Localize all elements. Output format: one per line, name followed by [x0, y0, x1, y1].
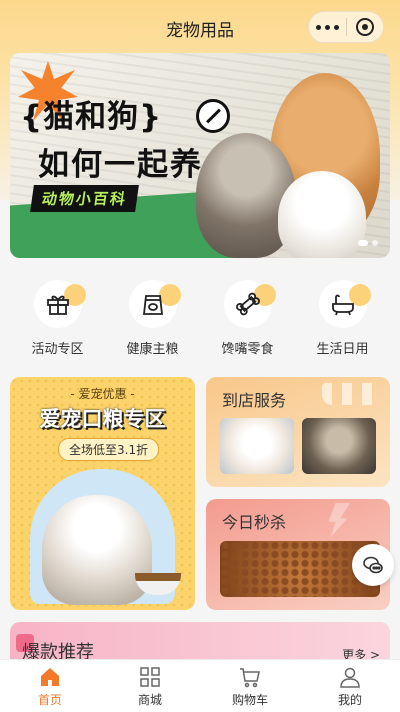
- tab-cart[interactable]: 购物车: [200, 660, 300, 712]
- flash-sale-title: 今日秒杀: [222, 513, 287, 532]
- banner-tag: 动物小百科: [30, 185, 139, 212]
- category-label: 健康主粮: [126, 342, 179, 357]
- home-icon: [41, 668, 59, 686]
- category-label: 生活日用: [316, 342, 369, 357]
- discount-pill: 全场低至3.1折: [58, 438, 160, 461]
- category-label: 馋嘴零食: [221, 342, 274, 357]
- close-target-icon[interactable]: [347, 18, 384, 36]
- category-snacks[interactable]: 馋嘴零食: [206, 268, 290, 368]
- dog-photo: [220, 418, 294, 474]
- promo-pet-food[interactable]: - 爱宠优惠 - 爱宠口粮专区 全场低至3.1折: [10, 377, 195, 610]
- tab-mall[interactable]: 商城: [100, 660, 200, 712]
- grid-icon: [140, 667, 160, 687]
- customer-service-button[interactable]: [352, 544, 394, 586]
- banner-headline: {猫和狗}: [20, 99, 163, 135]
- user-icon: [340, 667, 360, 688]
- cat-image: [42, 495, 152, 605]
- tab-home[interactable]: 首页: [0, 660, 100, 712]
- category-activity[interactable]: 活动专区: [16, 268, 100, 368]
- category-label: 活动专区: [31, 342, 84, 357]
- food-bag-icon: [142, 295, 163, 315]
- category-daily[interactable]: 生活日用: [301, 268, 385, 368]
- bone-icon: [235, 292, 260, 316]
- white-cat-image: [278, 171, 366, 258]
- tab-label: 商城: [137, 693, 162, 707]
- banner-subheadline: 如何一起养: [38, 147, 203, 183]
- title-bar: 宠物用品: [0, 0, 400, 56]
- promo-title: 爱宠口粮专区: [39, 407, 166, 431]
- promo-subtitle: - 爱宠优惠 -: [70, 387, 135, 401]
- carousel-indicator: [358, 240, 378, 246]
- awning-decoration: [322, 383, 382, 405]
- mini-program-capsule: [308, 11, 384, 43]
- tab-mine[interactable]: 我的: [300, 660, 400, 712]
- hero-banner[interactable]: {猫和狗} 如何一起养 动物小百科: [10, 53, 390, 258]
- more-icon[interactable]: [309, 24, 346, 30]
- gift-icon: [46, 295, 69, 315]
- cat-photo: [302, 418, 376, 474]
- category-row: 活动专区 健康主粮 馋嘴零食 生活日用: [10, 268, 390, 368]
- tab-label: 首页: [37, 693, 62, 707]
- bottom-tab-bar: 首页 商城 购物车 我的: [0, 659, 400, 712]
- tab-label: 我的: [337, 693, 362, 707]
- tab-label: 购物车: [231, 693, 268, 707]
- compass-icon: [196, 99, 230, 133]
- lightning-icon: [328, 503, 350, 537]
- cart-icon: [240, 668, 260, 688]
- promo-store-service[interactable]: 到店服务: [206, 377, 390, 487]
- category-food[interactable]: 健康主粮: [111, 268, 195, 368]
- chat-bubble-icon: [363, 556, 383, 574]
- store-service-title: 到店服务: [222, 391, 287, 410]
- bathtub-icon: [331, 294, 354, 316]
